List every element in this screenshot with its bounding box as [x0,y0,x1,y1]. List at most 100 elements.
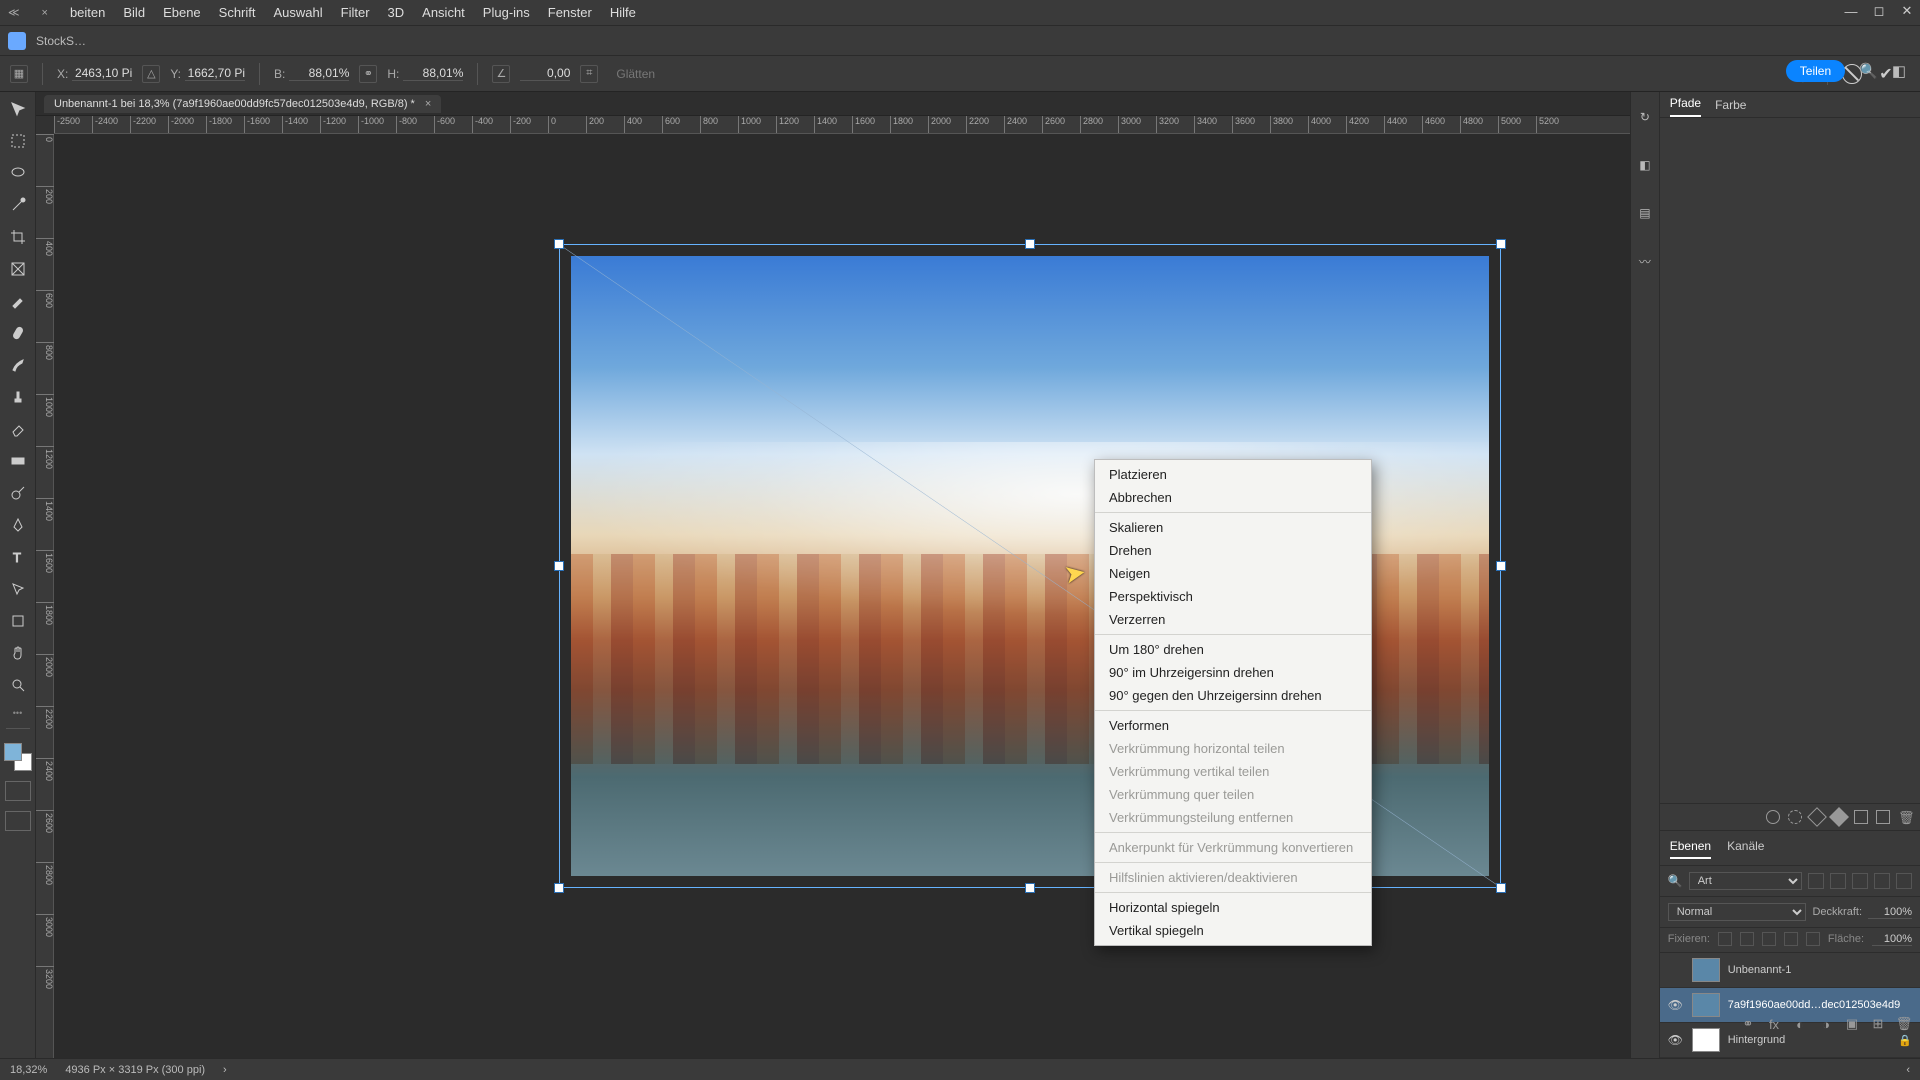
context-menu-item[interactable]: Perspektivisch [1095,585,1371,608]
menu-item[interactable]: Ebene [163,5,201,20]
filter-shape-icon[interactable] [1874,873,1890,889]
pen-tool-icon[interactable] [5,514,31,536]
workspace-icon[interactable]: ◧ [1892,62,1906,80]
home-icon[interactable] [8,32,26,50]
screen-mode-icon[interactable] [5,811,31,831]
y-input[interactable] [185,66,245,81]
shape-tool-icon[interactable] [5,610,31,632]
menu-item[interactable]: Ansicht [422,5,465,20]
dodge-tool-icon[interactable] [5,482,31,504]
layer-thumbnail[interactable] [1692,993,1720,1017]
zoom-tool-icon[interactable] [5,674,31,696]
gradient-tool-icon[interactable] [5,450,31,472]
brush-tool-icon[interactable] [5,354,31,376]
reference-point-icon[interactable]: ▦ [10,65,28,83]
opacity-input[interactable] [1868,906,1912,919]
filter-type-icon[interactable] [1852,873,1868,889]
transform-handle[interactable] [1496,239,1506,249]
context-menu-item[interactable]: Um 180° drehen [1095,638,1371,661]
move-tool-icon[interactable] [5,98,31,120]
chevron-right-icon[interactable]: › [223,1064,227,1076]
layer-filter-kind[interactable]: Art [1689,872,1802,890]
layer-name[interactable]: Unbenannt-1 [1728,964,1912,976]
menu-item[interactable]: Plug-ins [483,5,530,20]
fill-path-icon[interactable] [1766,810,1780,824]
delta-icon[interactable]: △ [142,65,160,83]
panel-icon[interactable]: 〰 [1634,250,1656,272]
add-mask-icon[interactable]: ◐ [1792,1016,1808,1032]
home-tab-label[interactable]: StockS… [36,34,86,48]
anti-alias-icon[interactable]: ⌗ [580,65,598,83]
selection-from-path-icon[interactable] [1807,807,1827,827]
adjustment-layer-icon[interactable]: ◑ [1818,1016,1834,1032]
visibility-icon[interactable]: 👁 [1668,1033,1684,1047]
transform-handle[interactable] [554,239,564,249]
menu-item[interactable]: 3D [388,5,405,20]
close-icon[interactable]: × [425,98,431,110]
wand-tool-icon[interactable] [5,194,31,216]
tab-layers[interactable]: Ebenen [1670,839,1711,859]
layer-name[interactable]: Hintergrund [1728,1034,1891,1046]
transform-handle[interactable] [1025,883,1035,893]
lock-pixels-icon[interactable] [1740,932,1754,946]
new-path-icon[interactable] [1876,810,1890,824]
panel-icon[interactable]: ▤ [1634,202,1656,224]
search-icon[interactable]: 🔍 [1859,62,1878,80]
link-wh-icon[interactable]: ⚭ [359,65,377,83]
context-menu-item[interactable]: Verzerren [1095,608,1371,631]
color-swatches[interactable] [4,743,32,771]
search-icon[interactable]: 🔍 [1668,874,1683,888]
context-menu-item[interactable]: Vertikal spiegeln [1095,919,1371,942]
document-tab[interactable]: Unbenannt-1 bei 18,3% (7a9f1960ae00dd9fc… [44,95,441,113]
tool-more-icon[interactable]: ••• [13,708,22,718]
x-input[interactable] [72,66,132,81]
menu-item[interactable]: Bild [123,5,145,20]
new-layer-icon[interactable]: ⊞ [1870,1016,1886,1032]
lock-artboard-icon[interactable] [1784,932,1798,946]
marquee-tool-icon[interactable] [5,130,31,152]
layer-name[interactable]: 7a9f1960ae00dd…dec012503e4d9 [1728,999,1912,1011]
context-menu-item[interactable]: Abbrechen [1095,486,1371,509]
window-minimize-icon[interactable]: — [1844,4,1858,18]
layer-thumbnail[interactable] [1692,958,1720,982]
menu-item[interactable]: Hilfe [610,5,636,20]
trash-icon[interactable]: 🗑 [1898,810,1912,824]
frame-tool-icon[interactable] [5,258,31,280]
lasso-tool-icon[interactable] [5,162,31,184]
h-input[interactable] [403,66,463,81]
canvas[interactable] [54,134,1630,1058]
context-menu-item[interactable]: Skalieren [1095,516,1371,539]
w-input[interactable] [289,66,349,81]
transform-handle[interactable] [554,561,564,571]
add-mask-icon[interactable] [1854,810,1868,824]
layer-row[interactable]: Unbenannt-1 [1660,953,1920,988]
menu-item[interactable]: beiten [70,5,105,20]
link-layers-icon[interactable]: ⚭ [1740,1016,1756,1032]
quick-mask-icon[interactable] [5,781,31,801]
menu-item[interactable]: Schrift [219,5,256,20]
hand-tool-icon[interactable] [5,642,31,664]
layer-fx-icon[interactable]: fx [1766,1016,1782,1032]
scrollbar-left-icon[interactable]: ‹ [1906,1064,1910,1076]
menu-item[interactable]: Auswahl [274,5,323,20]
heal-tool-icon[interactable] [5,322,31,344]
layer-thumbnail[interactable] [1692,1028,1720,1052]
fill-input[interactable] [1872,933,1912,946]
filter-adjust-icon[interactable] [1830,873,1846,889]
context-menu-item[interactable]: Verformen [1095,714,1371,737]
interpolation-label[interactable]: Glätten [616,67,655,81]
lock-transparent-icon[interactable] [1718,932,1732,946]
tab-paths[interactable]: Pfade [1670,96,1701,117]
transform-handle[interactable] [1025,239,1035,249]
group-layers-icon[interactable]: ▣ [1844,1016,1860,1032]
transform-handle[interactable] [1496,883,1506,893]
lock-position-icon[interactable] [1762,932,1776,946]
menu-close-x[interactable]: × [42,7,48,19]
path-select-tool-icon[interactable] [5,578,31,600]
context-menu-item[interactable]: Neigen [1095,562,1371,585]
eyedropper-tool-icon[interactable] [5,290,31,312]
transform-handle[interactable] [554,883,564,893]
tab-channels[interactable]: Kanäle [1727,839,1764,859]
trash-icon[interactable]: 🗑 [1896,1016,1912,1032]
context-menu-item[interactable]: 90° im Uhrzeigersinn drehen [1095,661,1371,684]
